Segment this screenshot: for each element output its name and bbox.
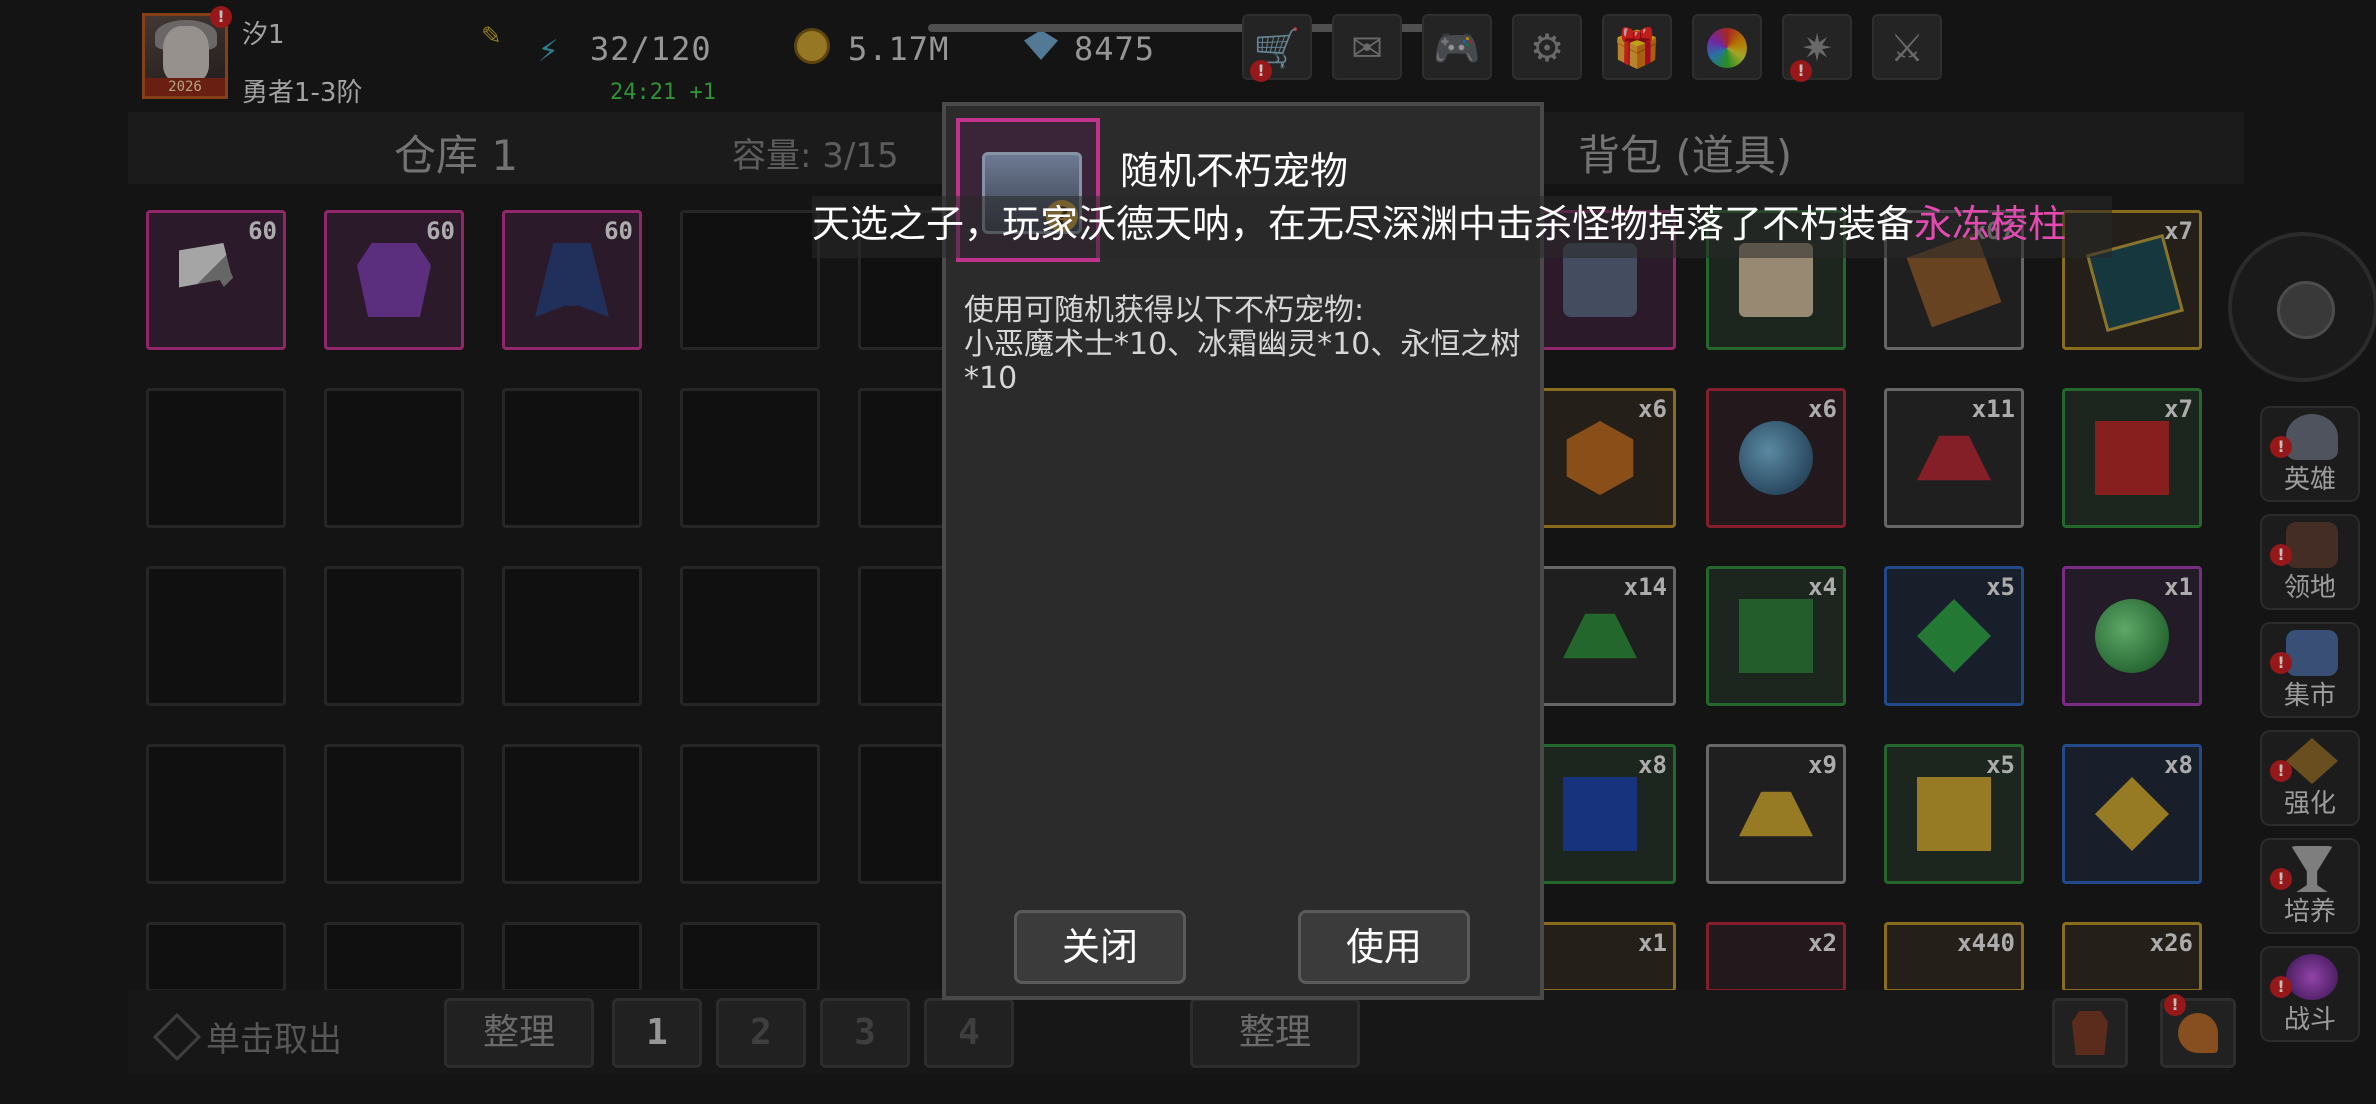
modal-item-description: 使用可随机获得以下不朽宠物: 小恶魔术士*10、冰霜幽灵*10、永恒之树*10 [964,293,1521,396]
broadcast-item-name: 永冻棱柱 [1914,202,2067,246]
use-button[interactable]: 使用 [1298,910,1470,984]
system-broadcast: 天选之子，玩家沃德天呐，在无尽深渊中击杀怪物掉落了不朽装备永冻棱柱 [812,196,2112,258]
modal-item-title: 随机不朽宠物 [1120,149,1349,193]
close-button[interactable]: 关闭 [1014,910,1186,984]
broadcast-text: 天选之子，玩家沃德天呐，在无尽深渊中击杀怪物掉落了不朽装备 [812,202,1915,246]
